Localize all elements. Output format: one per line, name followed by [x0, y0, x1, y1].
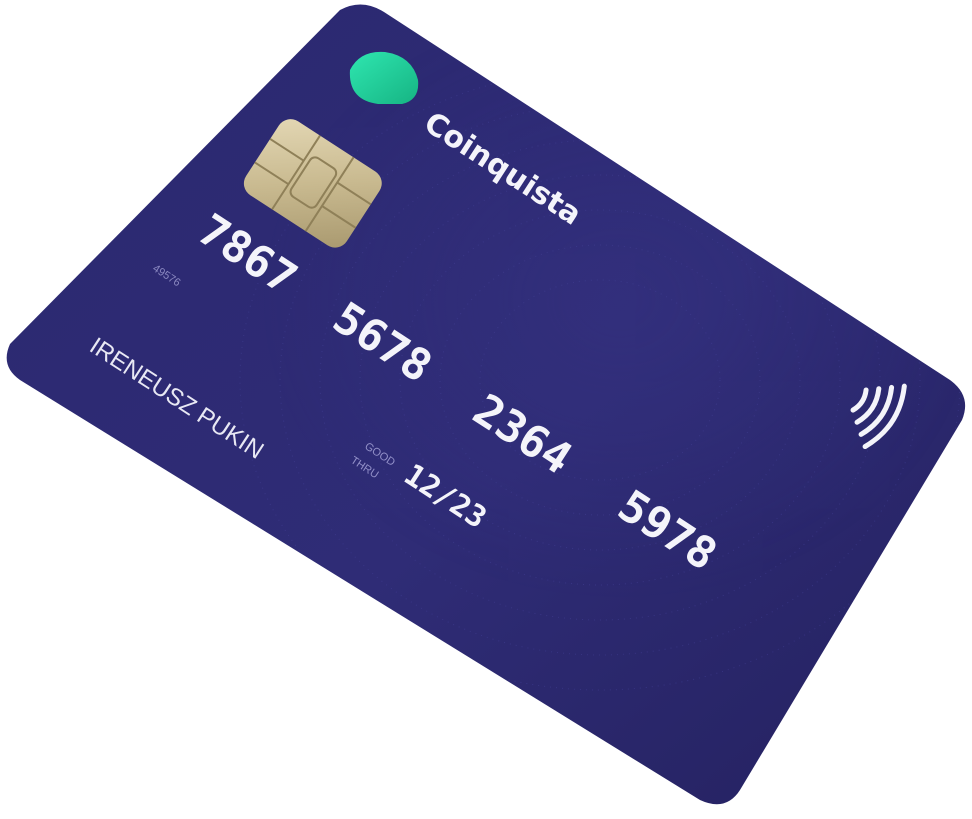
credit-card: Coinquista 49576 7867 5678 2364 5978 IRE…: [6, 4, 966, 805]
card-stage: Coinquista 49576 7867 5678 2364 5978 IRE…: [0, 0, 972, 819]
